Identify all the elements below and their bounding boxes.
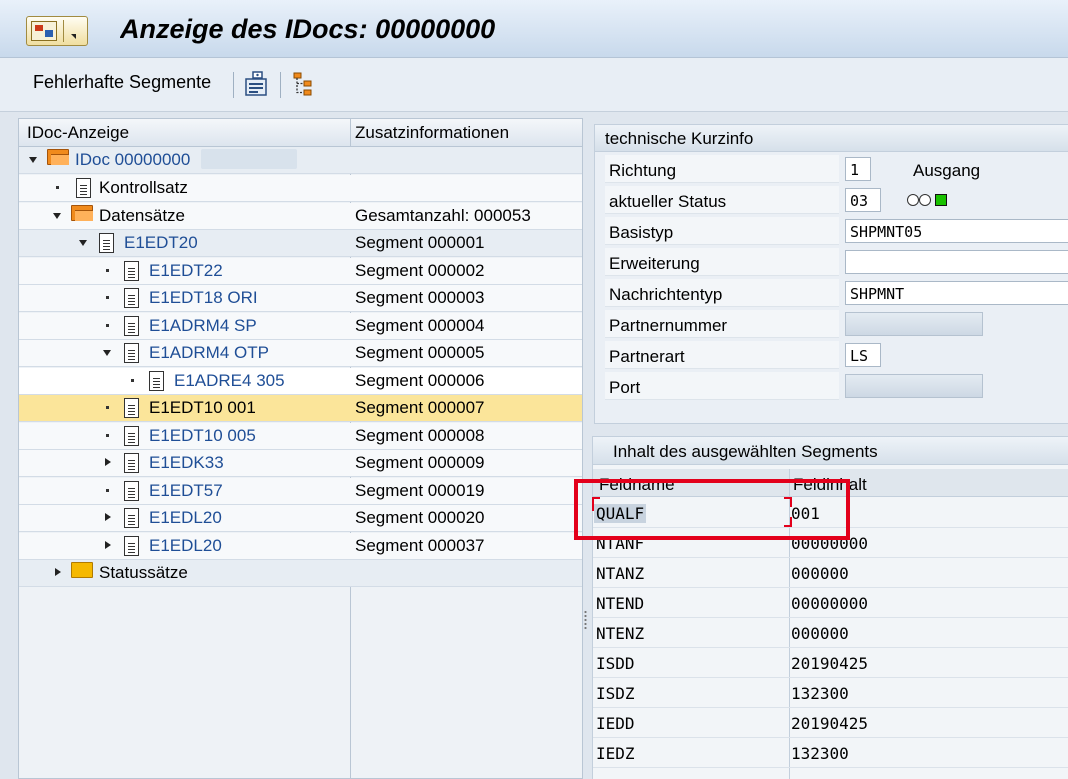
panel-splitter[interactable] bbox=[584, 610, 587, 630]
tree-node-segment[interactable]: E1EDT10 005 Segment 000008 bbox=[19, 423, 582, 450]
tree-node-idoc[interactable]: IDoc 00000000 bbox=[19, 147, 582, 174]
title-bar: Anzeige des IDocs: 00000000 bbox=[0, 0, 1068, 58]
erroneous-segments-button[interactable]: Fehlerhafte Segmente bbox=[33, 72, 211, 93]
application-toolbar: Fehlerhafte Segmente bbox=[0, 58, 1068, 112]
row-status: aktueller Status 03 bbox=[605, 186, 1068, 215]
segment-field-row[interactable]: NTANZ 000000 bbox=[593, 558, 1068, 588]
expand-arrow-icon[interactable] bbox=[53, 213, 61, 219]
tree-structure-icon[interactable] bbox=[291, 70, 317, 98]
folder-open-icon bbox=[71, 205, 93, 221]
expand-arrow-icon[interactable] bbox=[103, 350, 111, 356]
document-icon bbox=[124, 481, 139, 501]
segment-field-row[interactable]: IEDZ 132300 bbox=[593, 738, 1068, 768]
row-richtung: Richtung 1 Ausgang bbox=[605, 155, 1068, 184]
collapse-arrow-icon[interactable] bbox=[105, 513, 111, 521]
status-field[interactable]: 03 bbox=[845, 188, 881, 212]
tree-node-e1edt20[interactable]: E1EDT20 Segment 000001 bbox=[19, 230, 582, 257]
collapse-arrow-icon[interactable] bbox=[105, 541, 111, 549]
direction-field[interactable]: 1 bbox=[845, 157, 871, 181]
document-icon bbox=[99, 233, 114, 253]
row-basistyp: Basistyp SHPMNT05 bbox=[605, 217, 1068, 246]
tree-header-info[interactable]: Zusatzinformationen bbox=[355, 123, 509, 143]
tree-node-segment[interactable]: E1EDL20 Segment 000037 bbox=[19, 533, 582, 560]
document-icon bbox=[76, 178, 91, 198]
tree-node-segment[interactable]: E1EDT18 ORI Segment 000003 bbox=[19, 285, 582, 312]
port-field[interactable] bbox=[845, 374, 983, 398]
highlight-annotation bbox=[574, 479, 850, 540]
document-icon bbox=[124, 261, 139, 281]
row-erweiterung: Erweiterung bbox=[605, 248, 1068, 277]
segment-field-row[interactable]: ISDZ 132300 bbox=[593, 678, 1068, 708]
extension-field[interactable] bbox=[845, 250, 1068, 274]
row-port: Port bbox=[605, 372, 1068, 401]
tree-header: IDoc-Anzeige Zusatzinformationen bbox=[19, 119, 582, 147]
technical-info-title: technische Kurzinfo bbox=[605, 129, 754, 148]
collapse-arrow-icon[interactable] bbox=[55, 568, 61, 576]
document-icon bbox=[124, 536, 139, 556]
segment-field-row[interactable]: ISDD 20190425 bbox=[593, 648, 1068, 678]
document-icon bbox=[124, 343, 139, 363]
tree-node-segment[interactable]: E1EDT57 Segment 000019 bbox=[19, 478, 582, 505]
segment-field-row[interactable]: IEDD 20190425 bbox=[593, 708, 1068, 738]
tree-node-segment[interactable]: E1EDL20 Segment 000020 bbox=[19, 505, 582, 532]
tree-node-datensaetze[interactable]: Datensätze Gesamtanzahl: 000053 bbox=[19, 203, 582, 230]
technical-info-icon[interactable] bbox=[244, 70, 270, 98]
tree-node-segment-selected[interactable]: E1EDT10 001 Segment 000007 bbox=[19, 395, 582, 422]
tree-node-segment[interactable]: E1ADRM4 OTP Segment 000005 bbox=[19, 340, 582, 367]
row-nachrichtentyp: Nachrichtentyp SHPMNT bbox=[605, 279, 1068, 308]
tree-node-segment[interactable]: E1ADRE4 305 Segment 000006 bbox=[19, 368, 582, 395]
segment-content-title: Inhalt des ausgewählten Segments bbox=[613, 442, 878, 461]
segment-field-row[interactable]: NTENZ 000000 bbox=[593, 618, 1068, 648]
document-icon bbox=[124, 508, 139, 528]
tree-node-segment[interactable]: E1EDT22 Segment 000002 bbox=[19, 258, 582, 285]
message-type-field[interactable]: SHPMNT bbox=[845, 281, 1068, 305]
tree-header-idoc[interactable]: IDoc-Anzeige bbox=[27, 123, 129, 143]
tree-node-segment[interactable]: E1ADRM4 SP Segment 000004 bbox=[19, 313, 582, 340]
caret-down-icon bbox=[71, 34, 76, 39]
document-icon bbox=[124, 453, 139, 473]
tree-node-kontrollsatz[interactable]: Kontrollsatz bbox=[19, 175, 582, 202]
folder-icon bbox=[71, 562, 93, 578]
document-icon bbox=[124, 398, 139, 418]
folder-open-icon bbox=[47, 149, 69, 165]
expand-arrow-icon[interactable] bbox=[79, 240, 87, 246]
window-title: Anzeige des IDocs: 00000000 bbox=[120, 14, 496, 44]
segment-field-row[interactable]: NTEND 00000000 bbox=[593, 588, 1068, 618]
sap-menu-icon bbox=[31, 21, 57, 41]
idoc-tree-panel: IDoc-Anzeige Zusatzinformationen IDoc 00… bbox=[18, 118, 583, 779]
partner-number-field[interactable] bbox=[845, 312, 983, 336]
document-icon bbox=[149, 371, 164, 391]
traffic-light-icon bbox=[907, 193, 949, 207]
basic-type-field[interactable]: SHPMNT05 bbox=[845, 219, 1068, 243]
row-partnernummer: Partnernummer bbox=[605, 310, 1068, 339]
row-partnerart: Partnerart LS bbox=[605, 341, 1068, 370]
collapse-arrow-icon[interactable] bbox=[105, 458, 111, 466]
tree-node-statussaetze[interactable]: Statussätze bbox=[19, 560, 582, 587]
document-icon bbox=[124, 426, 139, 446]
system-menu-button[interactable] bbox=[26, 16, 88, 46]
expand-arrow-icon[interactable] bbox=[29, 157, 37, 163]
partner-type-field[interactable]: LS bbox=[845, 343, 881, 367]
technical-info-panel: technische Kurzinfo Richtung 1 Ausgang a… bbox=[594, 124, 1068, 424]
direction-text: Ausgang bbox=[913, 161, 981, 180]
tree-node-segment[interactable]: E1EDK33 Segment 000009 bbox=[19, 450, 582, 477]
document-icon bbox=[124, 288, 139, 308]
document-icon bbox=[124, 316, 139, 336]
